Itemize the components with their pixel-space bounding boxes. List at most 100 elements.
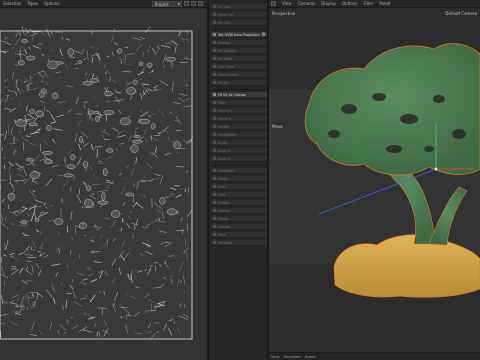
viewport-menu-panel[interactable]: Panel [376,1,393,6]
tool-item[interactable]: Map [211,100,267,106]
uv-island [15,119,27,127]
uv-island [111,210,121,218]
uv-island [35,217,40,222]
tool-item[interactable]: Unfold [211,200,267,206]
tool-icon [213,209,216,212]
grid-icon[interactable] [191,1,196,6]
uv-island [35,110,44,117]
tool-label: Mirror V [218,116,232,121]
tool-item[interactable]: Edges [211,216,267,222]
tool-item[interactable]: Straighten [211,132,267,138]
tool-item[interactable]: UV Layout [211,48,267,54]
scene-render [269,43,480,298]
uv-island [28,122,38,127]
tool-item[interactable]: Distribute [211,168,267,174]
uv-island [95,116,100,123]
tool-label: Fit UV to Canvas [218,92,246,97]
tool-item[interactable]: Rotate [211,124,267,130]
tool-label: Pack [218,232,226,237]
gear-icon[interactable]: ⚙ [262,32,266,38]
tool-item[interactable]: Pin UVs [211,20,267,26]
tool-label: Rotate [218,124,230,129]
tool-item[interactable]: Scale [211,140,267,146]
tool-item[interactable]: Grid [211,192,267,198]
viewport-menu-view[interactable]: View [279,1,295,6]
tool-item[interactable]: Stack [211,176,267,182]
canopy-mesh [304,43,480,176]
uv-island [101,192,106,201]
tool-item[interactable]: UV Pack [211,56,267,62]
uv-mesh-canvas [0,9,207,360]
settings-icon[interactable] [198,1,203,6]
tool-item[interactable]: Align V [211,156,267,162]
tool-icon [213,41,216,44]
viewport-menu-display[interactable]: Display [318,1,339,6]
tool-icon [213,117,216,120]
tool-label: Realign [218,40,231,45]
tool-icon [213,185,216,188]
tool-icon [213,241,216,244]
tool-icon [213,57,216,60]
tool-icon [213,5,216,8]
uv-island [166,208,177,216]
tool-item[interactable]: Seams [211,208,267,214]
tool-label: Scale [218,140,228,145]
tool-icon [213,73,216,76]
uv-island [126,87,137,95]
tool-item[interactable]: Relax UV [211,12,267,18]
uv-menu-options[interactable]: Options [41,1,62,6]
tool-icon [213,109,216,112]
viewport-pane: View Cameras Display Options Filter Pane… [269,0,480,360]
tool-item[interactable]: Settings [211,240,267,246]
tool-item[interactable]: Pack [211,232,267,238]
tool-label: Unfold [218,200,229,205]
tool-item[interactable]: Snap [211,184,267,190]
tool-icon [213,193,216,196]
tool-item[interactable]: Cut / Sew [211,64,267,70]
uv-island [44,159,52,164]
viewport-menu-filter[interactable]: Filter [360,1,376,6]
uv-island [138,118,150,125]
uv-island [39,91,45,98]
uv-island [97,200,108,205]
viewport-layout-icon[interactable] [271,1,276,6]
uv-island [119,117,131,126]
tool-item[interactable]: Islands [211,224,267,230]
viewport-menu-cameras[interactable]: Cameras [295,1,319,6]
tool-item[interactable]: Select Shell [211,72,267,78]
uv-island [165,57,176,62]
uv-island [131,139,143,144]
uv-island [47,60,58,70]
tool-label: Snap [218,184,227,189]
uv-island [87,110,95,115]
uv-edge [83,234,87,237]
uv-island [173,141,182,150]
tool-item[interactable]: Mirror U [211,108,267,114]
tool-icon [213,133,216,136]
tool-icon [213,149,216,152]
viewport-menu-options[interactable]: Options [339,1,360,6]
uv-island [51,92,59,99]
uv-menu-selection[interactable]: Selection [0,1,24,6]
uv-island [42,151,53,155]
tool-label: Settings [218,240,232,245]
status-transform: Transform [283,354,301,359]
tool-item[interactable]: Fill UV [211,80,267,86]
uv-island [67,48,74,56]
tool-item[interactable]: Set UVW from Projection ⚙ [211,32,267,38]
tool-separator [211,89,267,90]
tool-label: Set UVW from Projection [218,32,260,37]
tool-item[interactable]: UV Tool [211,4,267,10]
tool-item[interactable]: Mirror V [211,116,267,122]
uv-island [66,164,76,169]
uv-island [78,222,87,229]
uv-viewport[interactable] [0,9,207,360]
uv-menu-pipes[interactable]: Pipes [24,1,41,6]
tool-item[interactable]: Fit UV to Canvas [211,92,267,98]
uv-toolbar [184,1,203,6]
tool-item[interactable]: Align U [211,148,267,154]
frame-icon[interactable] [184,1,189,6]
object-select-dropdown[interactable]: Project ▼ [152,1,182,7]
viewport-canvas[interactable] [269,9,480,352]
tool-item[interactable]: Realign [211,40,267,46]
